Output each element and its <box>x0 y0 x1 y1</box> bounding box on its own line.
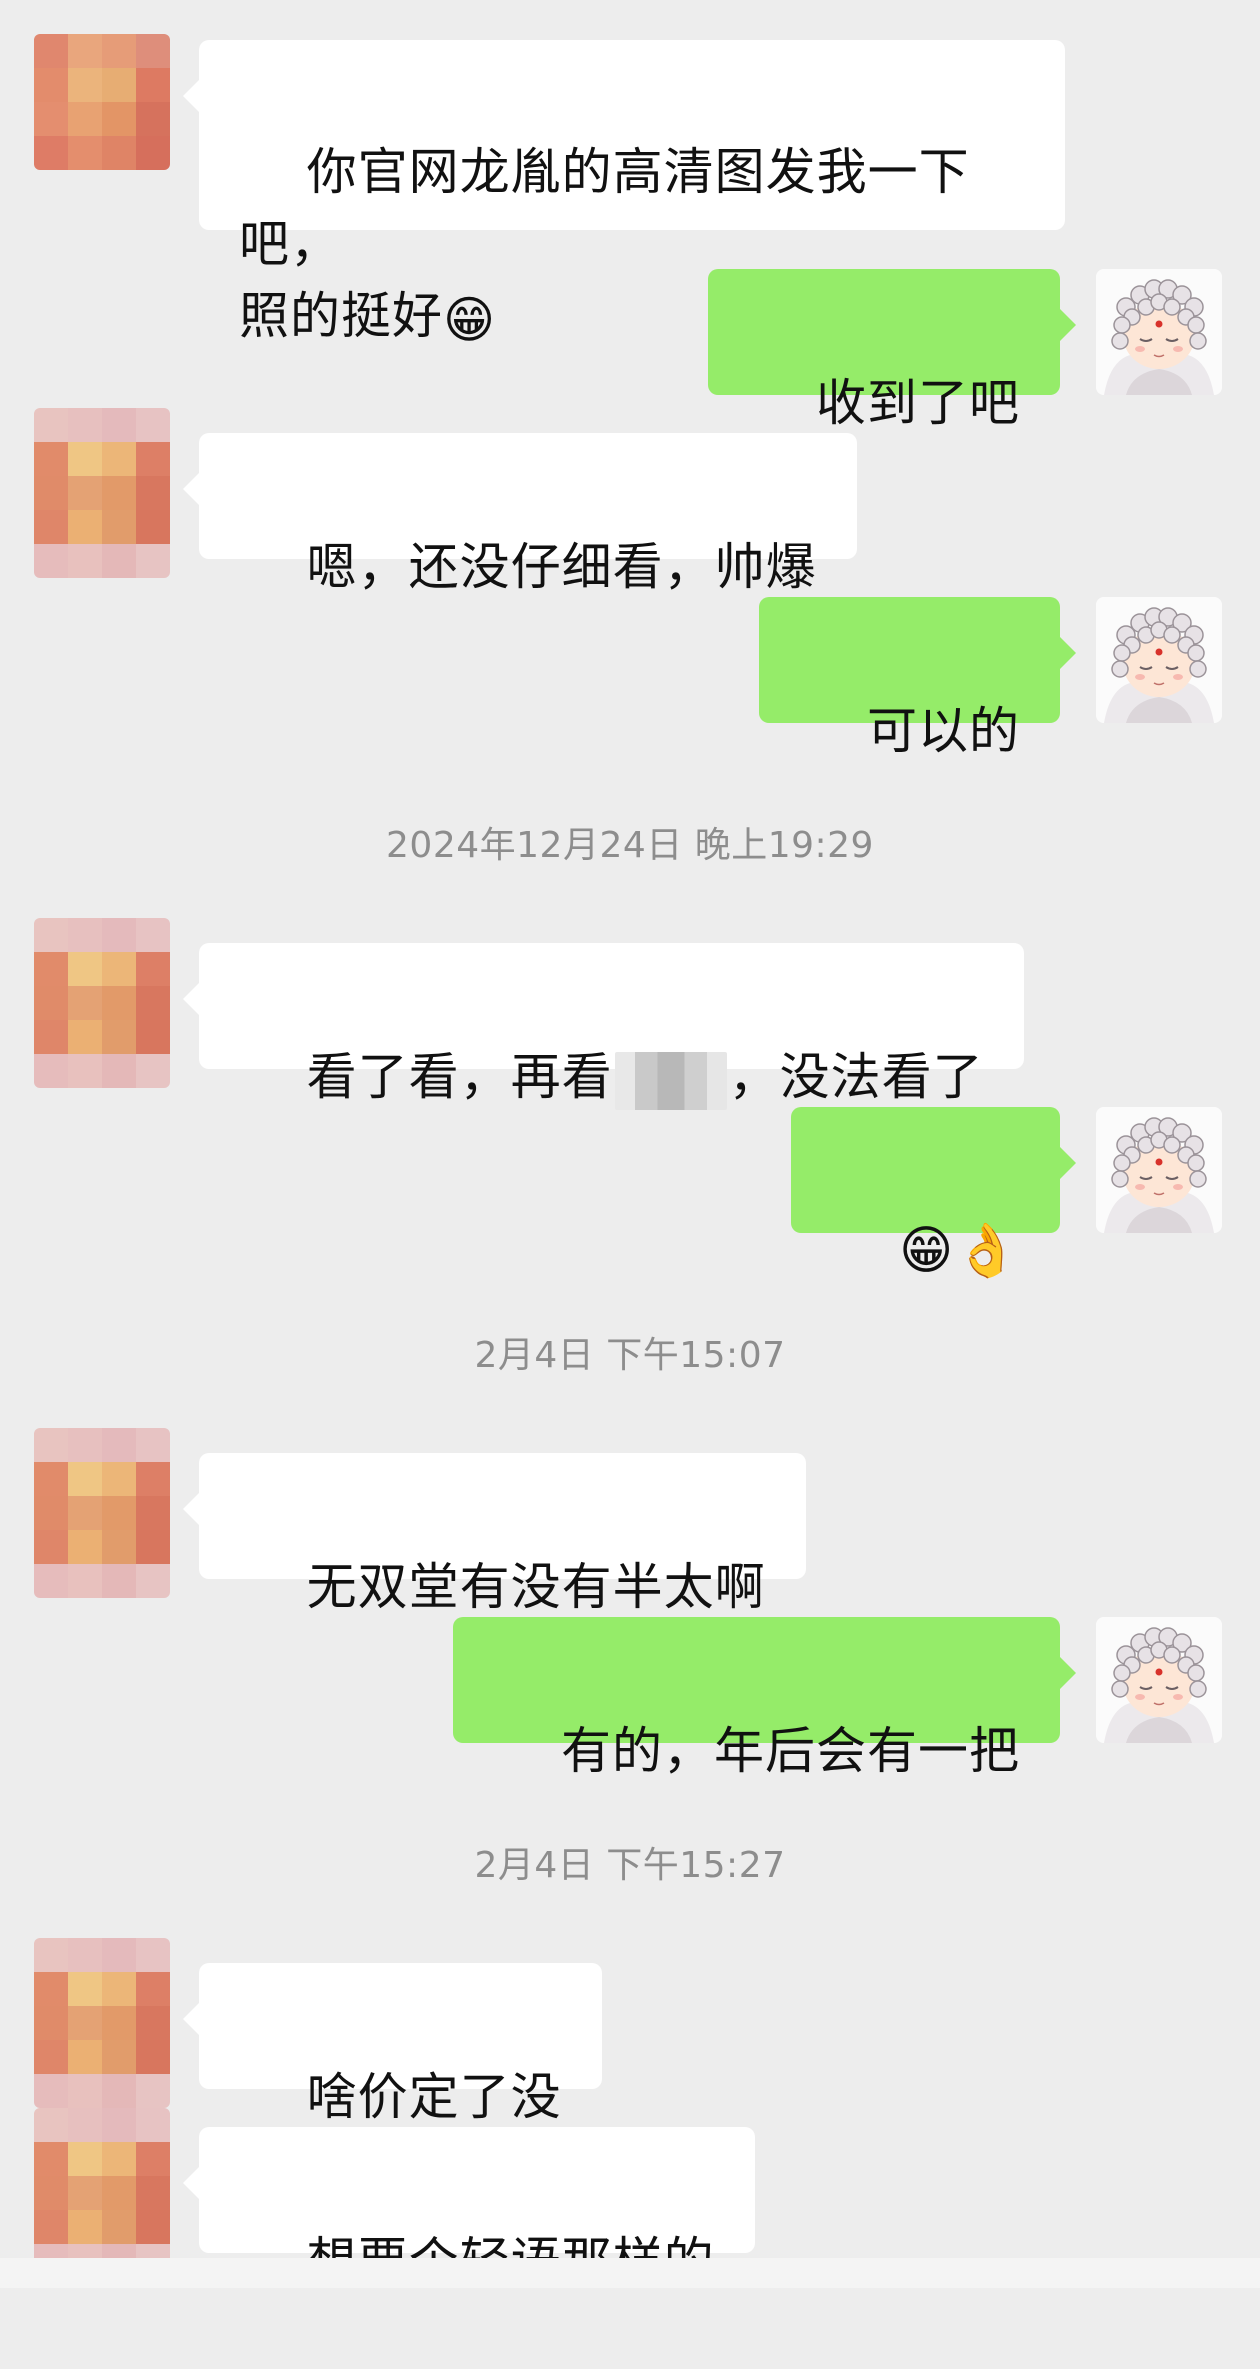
monk-avatar-icon <box>1096 1107 1222 1233</box>
message-bubble-incoming[interactable]: 想要个轻语那样的 <box>183 2127 755 2290</box>
message-bubble-incoming[interactable]: 啥价定了没 <box>183 1963 602 2126</box>
chat-message-list[interactable]: 你官网龙胤的高清图发我一下吧， 照的挺好😁 收到了吧 嗯，还没仔细看，帅爆 可以… <box>0 0 1260 2290</box>
message-bubble-incoming[interactable]: 你官网龙胤的高清图发我一下吧， 照的挺好😁 <box>183 40 1065 345</box>
message-text: 啥价定了没 <box>306 2068 562 2126</box>
monk-avatar-icon <box>1096 1617 1222 1743</box>
monk-avatar-icon <box>1096 597 1222 723</box>
self-avatar[interactable] <box>1096 269 1222 395</box>
contact-avatar[interactable] <box>34 408 170 578</box>
message-bubble-incoming[interactable]: 无双堂有没有半太啊 <box>183 1453 806 1616</box>
grinning-ok-emoji-icon: 😁👌 <box>899 1220 1020 1281</box>
contact-avatar[interactable] <box>34 918 170 1088</box>
message-bubble-incoming[interactable]: 看了看，再看 ，没法看了 <box>183 943 1024 1110</box>
message-bubble-outgoing[interactable]: 有的，年后会有一把 <box>453 1617 1076 1780</box>
message-text: 收到了吧 <box>816 374 1020 432</box>
chat-timestamp: 2月4日 下午15:27 <box>474 1845 786 1886</box>
self-avatar[interactable] <box>1096 1617 1222 1743</box>
message-text: 无双堂有没有半太啊 <box>306 1558 766 1616</box>
message-text: 可以的 <box>867 702 1020 760</box>
monk-avatar-icon <box>1096 269 1222 395</box>
self-avatar[interactable] <box>1096 597 1222 723</box>
input-bar-edge <box>0 2258 1260 2288</box>
contact-avatar[interactable] <box>34 2108 170 2278</box>
chat-timestamp: 2月4日 下午15:07 <box>474 1335 786 1376</box>
message-bubble-outgoing[interactable]: 😁👌 <box>791 1107 1076 1277</box>
contact-avatar[interactable] <box>34 34 170 170</box>
self-avatar[interactable] <box>1096 1107 1222 1233</box>
message-bubble-outgoing[interactable]: 收到了吧 <box>708 269 1076 432</box>
message-text: 有的，年后会有一把 <box>561 1722 1020 1780</box>
contact-avatar[interactable] <box>34 1938 170 2108</box>
grinning-emoji-icon: 😁 <box>443 290 497 349</box>
contact-avatar[interactable] <box>34 1428 170 1598</box>
chat-timestamp: 2024年12月24日 晚上19:29 <box>386 825 874 866</box>
message-bubble-incoming[interactable]: 嗯，还没仔细看，帅爆 <box>183 433 857 596</box>
message-bubble-outgoing[interactable]: 可以的 <box>759 597 1076 760</box>
message-text: 嗯，还没仔细看，帅爆 <box>306 538 817 596</box>
message-text: 看了看，再看 <box>306 1048 613 1106</box>
message-text: ，没法看了 <box>728 1048 984 1106</box>
redacted-text <box>614 1051 727 1110</box>
